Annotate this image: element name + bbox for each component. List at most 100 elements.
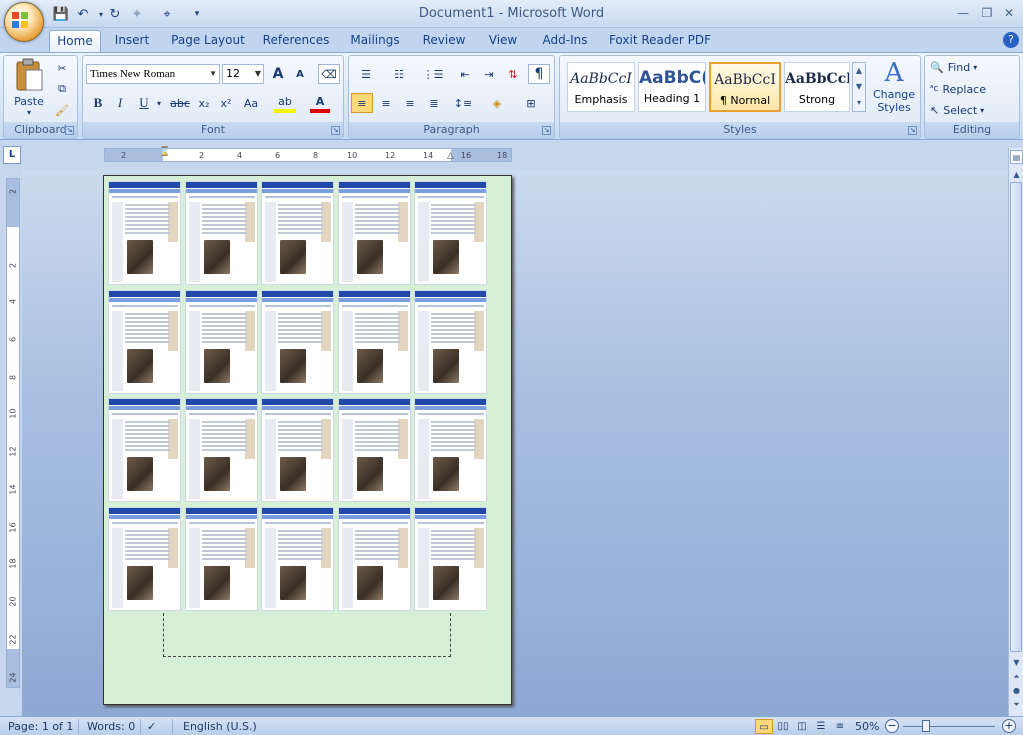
- paragraph-launcher-icon[interactable]: ↘: [542, 126, 551, 135]
- strikethrough-button[interactable]: abc: [168, 93, 192, 113]
- pasted-image-thumbnail[interactable]: [184, 398, 258, 502]
- pasted-image-thumbnail[interactable]: [108, 289, 181, 394]
- restore-button[interactable]: ❐: [976, 4, 998, 22]
- pasted-image-thumbnail[interactable]: [337, 506, 411, 611]
- pasted-image-thumbnail[interactable]: [414, 181, 487, 285]
- zoom-level[interactable]: 50%: [855, 719, 879, 734]
- style-emphasis[interactable]: AaBbCcI Emphasis: [567, 62, 635, 112]
- superscript-button[interactable]: x²: [216, 93, 236, 113]
- font-family-select[interactable]: Times New Roman ▼: [86, 64, 220, 84]
- change-styles-button[interactable]: A Change Styles: [870, 58, 918, 122]
- paste-dropdown-icon[interactable]: ▾: [10, 108, 48, 117]
- web-layout-icon[interactable]: ◫: [793, 719, 811, 734]
- pasted-image-thumbnail[interactable]: [184, 181, 258, 285]
- font-size-select[interactable]: 12 ▼: [222, 64, 264, 84]
- pasted-image-thumbnail[interactable]: [261, 289, 334, 394]
- draft-icon[interactable]: ≡: [831, 719, 849, 734]
- sort-icon[interactable]: ⇅: [502, 64, 524, 84]
- pasted-image-thumbnail[interactable]: [108, 181, 181, 285]
- pasted-image-thumbnail[interactable]: [184, 506, 258, 611]
- change-case-button[interactable]: Aa: [240, 93, 262, 113]
- tab-page-layout[interactable]: Page Layout: [170, 30, 246, 52]
- borders-icon[interactable]: ⊞: [518, 93, 544, 113]
- pasted-image-thumbnail[interactable]: [337, 181, 411, 285]
- underline-dropdown-icon[interactable]: ▾: [154, 93, 164, 113]
- font-color-icon[interactable]: A: [310, 93, 330, 113]
- multilevel-list-icon[interactable]: ⋮☰: [420, 64, 446, 84]
- pasted-image-thumbnail[interactable]: [184, 289, 258, 394]
- close-button[interactable]: ✕: [998, 4, 1020, 22]
- clipboard-launcher-icon[interactable]: ↘: [65, 126, 74, 135]
- cut-icon[interactable]: ✂: [52, 58, 72, 78]
- find-button[interactable]: 🔍 Find ▾: [930, 57, 1014, 77]
- pasted-image-thumbnail[interactable]: [414, 398, 487, 502]
- line-spacing-icon[interactable]: ↕≡: [450, 93, 476, 113]
- bold-button[interactable]: B: [88, 93, 108, 113]
- pasted-image-thumbnail[interactable]: [337, 289, 411, 394]
- browse-object-icon[interactable]: ●: [1010, 684, 1023, 698]
- highlight-icon[interactable]: ab: [274, 93, 296, 113]
- copy-icon[interactable]: ⧉: [52, 79, 72, 99]
- view-ruler-icon[interactable]: ▤: [1010, 150, 1023, 164]
- outline-icon[interactable]: ☰: [812, 719, 830, 734]
- next-page-icon[interactable]: ⏷: [1010, 698, 1023, 712]
- justify-icon[interactable]: ≣: [423, 93, 445, 113]
- pasted-image-thumbnail[interactable]: [261, 181, 334, 285]
- styles-scroll[interactable]: ▲ ▼ ▾: [852, 62, 866, 112]
- horizontal-ruler[interactable]: 2 2 4 6 8 10 12 14 16 18 ⌛ △: [104, 147, 512, 162]
- proofing-icon[interactable]: ✓: [140, 719, 156, 734]
- help-icon[interactable]: ?: [1003, 32, 1019, 48]
- align-right-icon[interactable]: ≡: [399, 93, 421, 113]
- tab-home[interactable]: Home: [49, 30, 101, 52]
- grow-font-button[interactable]: A: [268, 64, 288, 84]
- align-left-icon[interactable]: ≡: [351, 93, 373, 113]
- pasted-image-thumbnail[interactable]: [414, 289, 487, 394]
- tab-add-ins[interactable]: Add-Ins: [536, 30, 594, 52]
- select-button[interactable]: ↖ Select ▾: [930, 100, 1014, 120]
- align-center-icon[interactable]: ≡: [375, 93, 397, 113]
- pasted-image-thumbnail[interactable]: [108, 398, 181, 502]
- zoom-slider-thumb[interactable]: [922, 720, 930, 732]
- increase-indent-icon[interactable]: ⇥: [478, 64, 500, 84]
- show-hide-marks-button[interactable]: ¶: [528, 64, 550, 84]
- tab-foxit-reader-pdf[interactable]: Foxit Reader PDF: [605, 30, 715, 52]
- decrease-indent-icon[interactable]: ⇤: [454, 64, 476, 84]
- page-count[interactable]: Page: 1 of 1: [8, 719, 73, 734]
- vertical-scrollbar[interactable]: ▤ ▲ ▼ ⏶ ● ⏷: [1008, 148, 1023, 716]
- previous-page-icon[interactable]: ⏶: [1010, 670, 1023, 684]
- pasted-image-thumbnail[interactable]: [261, 398, 334, 502]
- shading-icon[interactable]: ◈: [484, 93, 510, 113]
- minimize-button[interactable]: —: [952, 4, 974, 22]
- style-heading-1[interactable]: AaBbC( Heading 1: [638, 62, 706, 112]
- zoom-in-button[interactable]: +: [1002, 719, 1016, 733]
- word-count[interactable]: Words: 0: [78, 719, 135, 734]
- numbering-icon[interactable]: ☷: [386, 64, 412, 84]
- document-page[interactable]: [103, 175, 512, 705]
- pasted-image-thumbnail[interactable]: [337, 398, 411, 502]
- right-indent-marker-icon[interactable]: △: [447, 151, 454, 161]
- tab-references[interactable]: References: [261, 30, 331, 52]
- print-layout-icon[interactable]: ▭: [755, 719, 773, 734]
- shrink-font-button[interactable]: A: [290, 64, 310, 84]
- bullets-icon[interactable]: ☰: [353, 64, 379, 84]
- scroll-up-icon[interactable]: ▲: [1010, 168, 1023, 182]
- underline-button[interactable]: U: [134, 93, 154, 113]
- clear-formatting-icon[interactable]: ⌫: [318, 64, 340, 84]
- pasted-image-thumbnail[interactable]: [108, 506, 181, 611]
- tab-insert[interactable]: Insert: [108, 30, 156, 52]
- indent-marker-icon[interactable]: ⌛: [159, 147, 170, 157]
- tab-review[interactable]: Review: [418, 30, 470, 52]
- paste-button[interactable]: Paste ▾: [10, 58, 48, 122]
- scroll-thumb[interactable]: [1010, 182, 1022, 652]
- tab-view[interactable]: View: [483, 30, 523, 52]
- zoom-out-button[interactable]: −: [885, 719, 899, 733]
- full-screen-reading-icon[interactable]: ▯▯: [774, 719, 792, 734]
- styles-launcher-icon[interactable]: ↘: [908, 126, 917, 135]
- italic-button[interactable]: I: [110, 93, 130, 113]
- scroll-down-icon[interactable]: ▼: [1010, 656, 1023, 670]
- subscript-button[interactable]: x₂: [194, 93, 214, 113]
- font-launcher-icon[interactable]: ↘: [331, 126, 340, 135]
- zoom-slider-track[interactable]: [903, 726, 995, 727]
- replace-button[interactable]: ᵃc Replace: [930, 79, 1014, 99]
- style-strong[interactable]: AaBbCcl Strong: [784, 62, 850, 112]
